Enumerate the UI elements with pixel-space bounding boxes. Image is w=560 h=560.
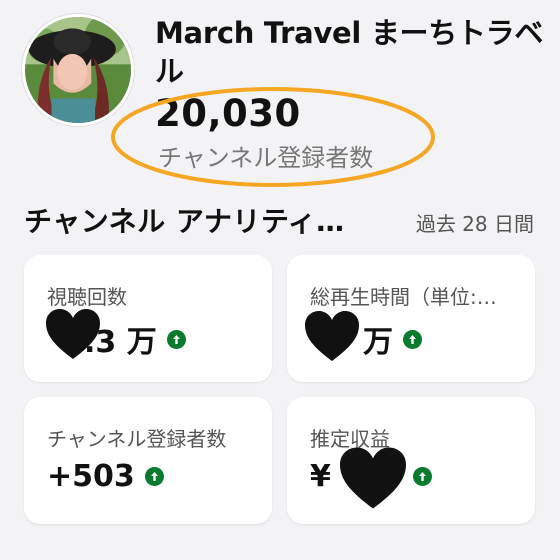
arrow-up-circle-icon [166, 329, 186, 349]
metric-value-row: 万 [363, 317, 422, 361]
black-heart-icon [305, 311, 359, 361]
avatar-photo [25, 17, 131, 123]
arrow-up-circle-icon [144, 467, 164, 486]
metric-card-revenue[interactable]: 推定収益 ¥ [287, 397, 535, 524]
black-heart-icon [46, 309, 100, 359]
arrow-up-circle-icon [403, 329, 422, 349]
metric-value: 万 [363, 325, 393, 360]
metric-card-views[interactable]: 視聴回数 .3 万 [24, 255, 272, 382]
channel-name: March Travel まーちトラベル [155, 16, 544, 88]
channel-avatar[interactable] [22, 14, 134, 126]
black-heart-icon [340, 447, 406, 509]
metric-value: ¥ [310, 459, 331, 494]
analytics-title[interactable]: チャンネル アナリティ… [24, 200, 345, 240]
metric-label: チャンネル登録者数 [47, 427, 227, 451]
subscriber-count: 20,030 [155, 92, 301, 135]
metric-value-row: +503 [47, 459, 164, 494]
metric-label: 視聴回数 [47, 285, 127, 309]
channel-analytics-screen: March Travel まーちトラベル 20,030 チャンネル登録者数 チャ… [0, 0, 560, 560]
metric-card-watch-time[interactable]: 総再生時間（単位:… 万 [287, 255, 535, 382]
metric-card-subscribers[interactable]: チャンネル登録者数 +503 [24, 397, 272, 524]
subscriber-label: チャンネル登録者数 [158, 144, 374, 172]
arrow-up-circle-icon [412, 467, 432, 486]
metric-value: +503 [47, 459, 135, 494]
analytics-period: 過去 28 日間 [415, 212, 534, 236]
metric-label: 総再生時間（単位:… [310, 285, 497, 309]
